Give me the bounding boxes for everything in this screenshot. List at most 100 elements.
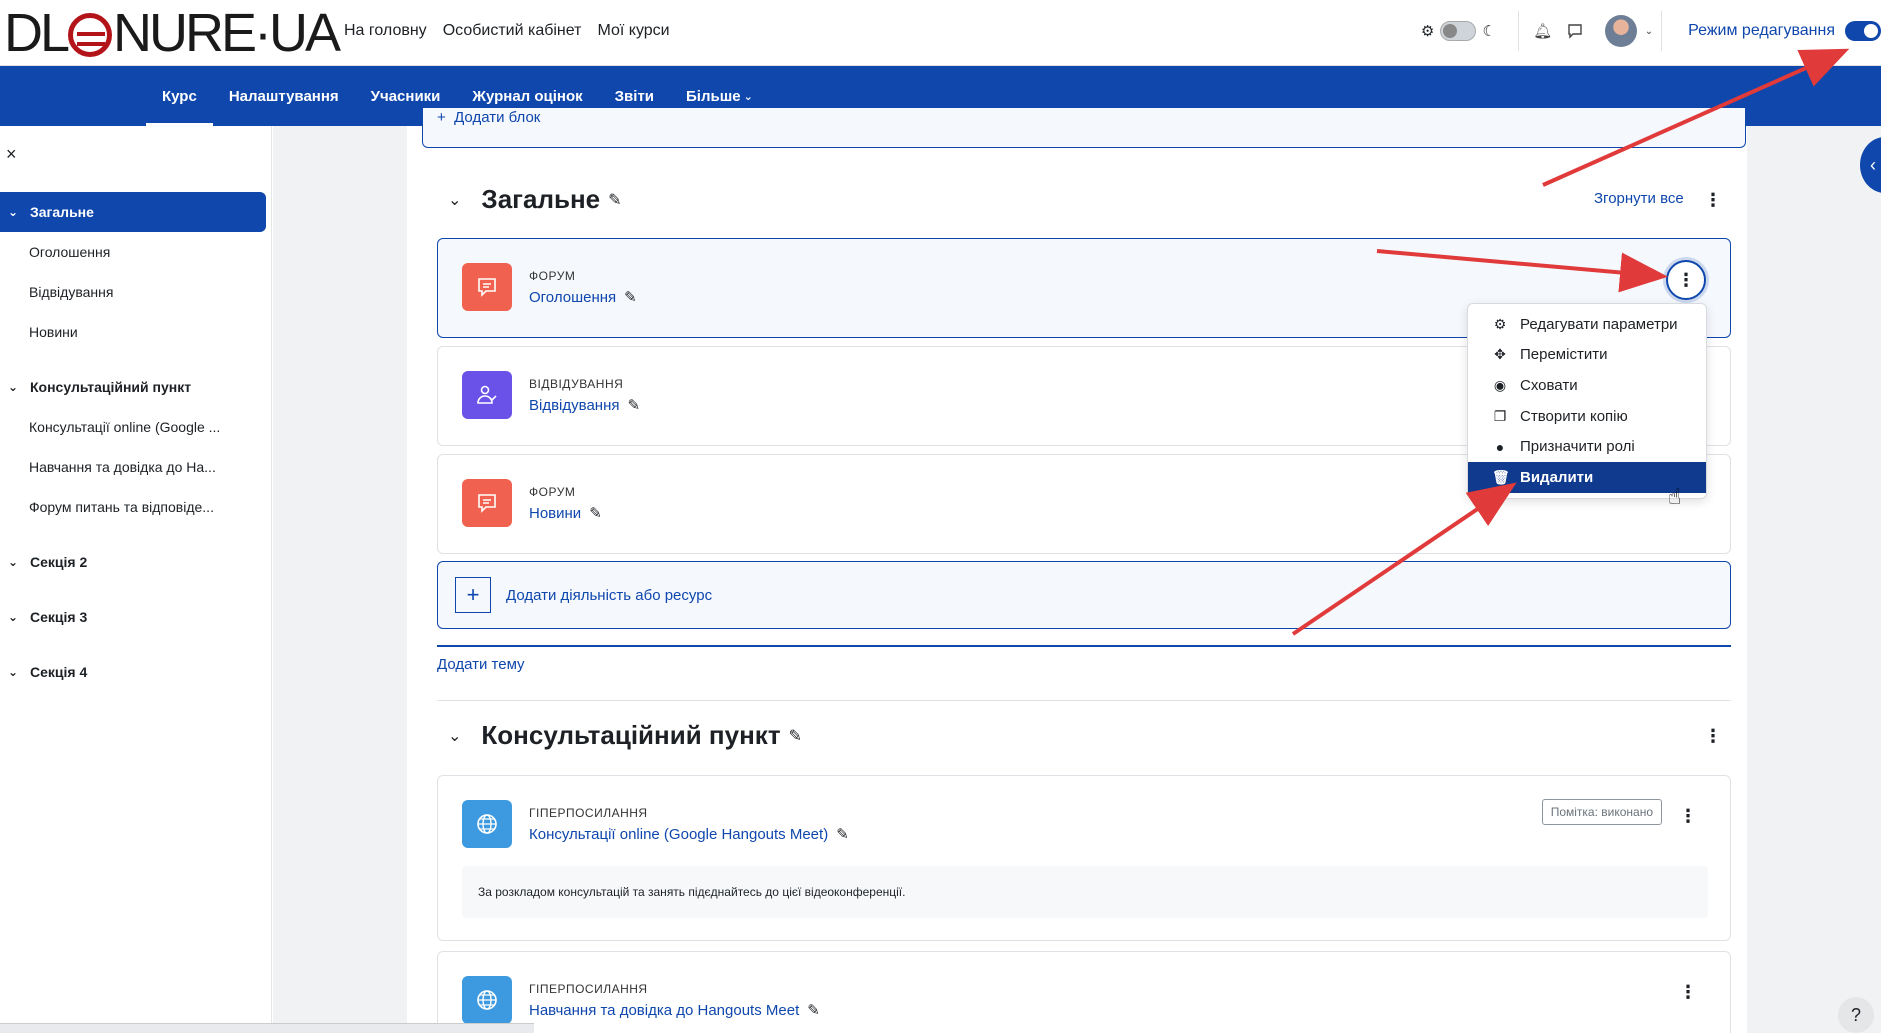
tab-course[interactable]: Курс	[146, 66, 213, 126]
help-button[interactable]: ?	[1838, 997, 1874, 1033]
activity-link[interactable]: Оголошення	[529, 289, 616, 306]
chevron-down-icon[interactable]: ⌄	[448, 190, 461, 210]
index-item[interactable]: Навчання та довідка до На...	[0, 447, 240, 487]
index-item[interactable]: Форум питань та відповіде...	[0, 487, 240, 527]
activity-link[interactable]: Консультації online (Google Hangouts Mee…	[529, 826, 828, 843]
edit-mode-toggle[interactable]: Режим редагування	[1688, 21, 1881, 41]
hand-cursor-icon: ☝	[1668, 484, 1682, 509]
divider	[437, 700, 1731, 701]
pencil-icon[interactable]: ✎	[608, 190, 621, 210]
chevron-down-icon[interactable]: ⌄	[8, 665, 24, 679]
message-icon[interactable]	[1559, 15, 1591, 47]
add-activity-button[interactable]: + Додати діяльність або ресурс	[437, 561, 1731, 629]
activity-menu-icon[interactable]: ⋮	[1678, 806, 1698, 826]
top-bar: DL NURE·UA На головну Особистий кабінет М…	[0, 0, 1881, 66]
activity-type: ФОРУМ	[529, 485, 576, 499]
primary-nav: На головну Особистий кабінет Мої курси	[344, 0, 670, 62]
menu-item-label: Призначити ролі	[1520, 438, 1635, 456]
move-icon: ✥	[1494, 346, 1506, 363]
pencil-icon[interactable]: ✎	[627, 396, 640, 414]
logo-text-end: NURE·UA	[113, 3, 341, 63]
edit-mode-switch[interactable]	[1845, 21, 1881, 41]
forum-icon	[462, 263, 512, 311]
activity-link[interactable]: Навчання та довідка до Hangouts Meet	[529, 1002, 799, 1019]
trash-icon: 🗑︎	[1492, 468, 1510, 485]
index-item[interactable]: Консультації online (Google ...	[0, 407, 240, 447]
index-section-label: Секція 4	[30, 664, 88, 680]
menu-item-duplicate[interactable]: ❐ Створити копію	[1468, 401, 1706, 432]
gear-icon: ⚙	[1493, 315, 1507, 332]
index-section-4[interactable]: ⌄ Секція 4	[0, 652, 266, 692]
activity-name: Оголошення ✎	[529, 288, 637, 307]
pencil-icon[interactable]: ✎	[624, 288, 637, 306]
chevron-down-icon[interactable]: ⌄	[1645, 26, 1653, 37]
user-controls: ⚙ ☾ 🔔︎ ⌄ Режим редагування	[1421, 0, 1881, 62]
section-menu-icon[interactable]: ⋮	[1703, 190, 1723, 210]
theme-switch[interactable]	[1440, 21, 1477, 41]
activity-menu-icon[interactable]: ⋮	[1666, 260, 1706, 300]
section-header-general: ⌄ Загальне ✎	[448, 184, 622, 215]
activity-url-consult: ГІПЕРПОСИЛАННЯ Консультації online (Goog…	[437, 775, 1731, 941]
menu-item-label: Перемістити	[1520, 346, 1608, 364]
index-item[interactable]: Новини	[0, 312, 240, 352]
activity-link[interactable]: Новини	[529, 505, 581, 522]
menu-item-move[interactable]: ✥ Перемістити	[1468, 340, 1706, 371]
theme-toggle[interactable]: ⚙ ☾	[1421, 21, 1496, 41]
logo-mark	[68, 13, 113, 57]
index-section-label: Секція 2	[30, 554, 88, 570]
index-section-label: Секція 3	[30, 609, 88, 625]
completion-badge[interactable]: Помітка: виконано	[1541, 799, 1662, 825]
logo-text-start: DL	[4, 3, 70, 63]
index-section-general[interactable]: ⌄ Загальне	[0, 192, 266, 232]
add-topic-link[interactable]: Додати тему	[437, 656, 525, 673]
index-section-2[interactable]: ⌄ Секція 2	[0, 542, 266, 582]
activity-type: ГІПЕРПОСИЛАННЯ	[529, 982, 648, 996]
chevron-down-icon[interactable]: ⌄	[8, 380, 24, 394]
add-block-button[interactable]: + Додати блок	[422, 108, 1746, 148]
index-section-consult[interactable]: ⌄ Консультаційний пункт	[0, 367, 266, 407]
pencil-icon[interactable]: ✎	[789, 726, 802, 746]
menu-item-assign-roles[interactable]: ● Призначити ролі	[1468, 431, 1706, 462]
index-item[interactable]: Відвідування	[0, 272, 240, 312]
menu-item-hide[interactable]: ◉ Сховати	[1468, 370, 1706, 401]
chevron-down-icon[interactable]: ⌄	[448, 726, 461, 746]
activity-name: Відвідування ✎	[529, 396, 640, 415]
collapse-all-link[interactable]: Згорнути все	[1594, 190, 1684, 207]
site-logo[interactable]: DL NURE·UA	[4, 3, 341, 63]
pencil-icon[interactable]: ✎	[807, 1001, 820, 1019]
nav-dashboard[interactable]: Особистий кабінет	[443, 22, 582, 40]
section-header-consult: ⌄ Консультаційний пункт ✎	[448, 720, 802, 751]
avatar[interactable]	[1604, 15, 1637, 47]
section-menu-icon[interactable]: ⋮	[1703, 726, 1723, 746]
index-section-3[interactable]: ⌄ Секція 3	[0, 597, 266, 637]
attendance-icon	[462, 371, 512, 419]
tab-settings[interactable]: Налаштування	[213, 66, 355, 126]
menu-item-label: Створити копію	[1520, 407, 1628, 425]
moon-icon: ☾	[1482, 23, 1496, 40]
globe-icon	[462, 800, 512, 848]
chevron-down-icon: ⌄	[743, 90, 753, 103]
nav-home[interactable]: На головну	[344, 22, 427, 40]
chevron-down-icon[interactable]: ⌄	[8, 610, 24, 624]
index-item[interactable]: Оголошення	[0, 232, 240, 272]
activity-description: За розкладом консультацій та занять підє…	[462, 866, 1708, 918]
bell-icon[interactable]: 🔔︎	[1527, 15, 1559, 47]
nav-my-courses[interactable]: Мої курси	[597, 22, 669, 40]
index-section-label: Консультаційний пункт	[30, 379, 192, 395]
activity-type: ФОРУМ	[529, 269, 576, 283]
pencil-icon[interactable]: ✎	[836, 825, 849, 843]
activity-menu-icon[interactable]: ⋮	[1678, 982, 1698, 1002]
browser-status-bar	[0, 1023, 534, 1033]
activity-link[interactable]: Відвідування	[529, 397, 619, 414]
activity-name: Новини ✎	[529, 504, 602, 523]
close-icon[interactable]: ×	[6, 144, 17, 165]
eye-icon: ◉	[1493, 376, 1507, 393]
pencil-icon[interactable]: ✎	[589, 504, 602, 522]
index-section-label: Загальне	[30, 204, 94, 220]
menu-item-edit-settings[interactable]: ⚙ Редагувати параметри	[1468, 309, 1706, 340]
course-index: ⌄ Загальне Оголошення Відвідування Новин…	[0, 192, 266, 692]
divider	[437, 645, 1731, 647]
chevron-down-icon[interactable]: ⌄	[8, 205, 24, 219]
chevron-down-icon[interactable]: ⌄	[8, 555, 24, 569]
forum-icon	[462, 479, 512, 527]
